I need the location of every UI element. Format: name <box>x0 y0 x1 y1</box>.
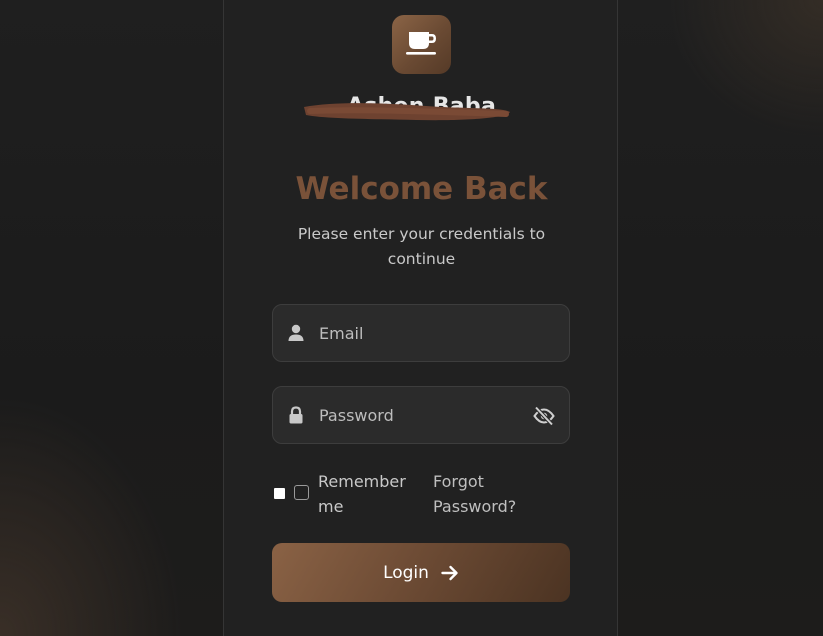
coffee-cup-icon <box>405 29 439 61</box>
user-icon <box>287 324 305 342</box>
email-field[interactable] <box>272 304 570 362</box>
lock-icon <box>287 406 305 424</box>
arrow-right-icon <box>441 565 459 581</box>
remember-checkbox[interactable] <box>294 485 309 500</box>
password-input[interactable] <box>319 387 519 443</box>
remember-me-label[interactable]: Remember me <box>318 469 418 519</box>
login-card: Ashen Baba Welcome Back Please enter you… <box>223 0 618 636</box>
login-button[interactable]: Login <box>272 543 570 602</box>
eye-slash-icon[interactable] <box>533 406 555 426</box>
app-logo <box>392 15 451 74</box>
password-field[interactable] <box>272 386 570 444</box>
remember-checkbox-native[interactable] <box>274 488 285 499</box>
page-subtitle: Please enter your credentials to continu… <box>297 225 546 268</box>
forgot-password-link[interactable]: Forgot Password? <box>433 469 533 519</box>
email-input[interactable] <box>319 305 519 361</box>
login-button-label: Login <box>383 562 429 583</box>
page-title: Welcome Back <box>295 171 548 207</box>
redaction-mark <box>304 103 510 121</box>
